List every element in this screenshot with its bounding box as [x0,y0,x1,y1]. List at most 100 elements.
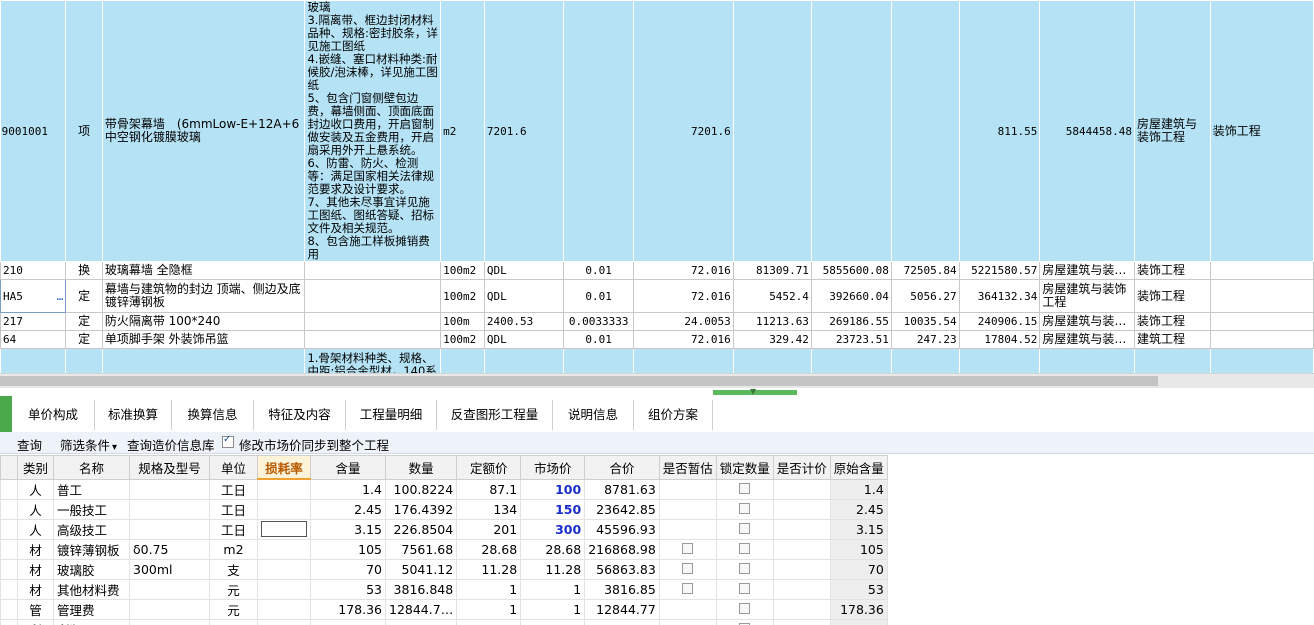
resource-spec[interactable]: δ0.75 [129,538,210,560]
resource-market-price[interactable]: 11.28 [520,558,586,580]
resource-content[interactable]: 3.15 [310,518,386,540]
resource-market-price[interactable]: 28.68 [520,538,586,560]
resource-base-price[interactable]: 11.28 [456,558,522,580]
checkbox[interactable] [739,562,751,574]
resource-content[interactable]: 53 [310,578,386,600]
resource-loss-rate[interactable] [257,578,311,600]
resource-total[interactable]: 45596.93 [584,518,660,540]
resource-total[interactable]: 12844.77 [584,598,660,620]
resource-unit[interactable]: 支 [209,558,258,580]
resource-spec[interactable]: 300ml [129,558,210,580]
filter-dropdown[interactable]: 筛选条件 ▾ [60,435,117,454]
sub-item-row[interactable]: 210 换 玻璃幕墙 全隐框 100m2 QDL 0.01 72.016 813… [0,261,1314,280]
resource-market-price[interactable]: 150 [520,498,586,520]
is-provisional-cell[interactable] [658,618,717,625]
is-priced-cell[interactable] [772,578,831,600]
resource-row[interactable]: 人一般技工 工日 2.45 176.4392 134 150 23642.85 2.45 [0,498,888,520]
resource-row[interactable]: 材镀锌薄钢板 δ0.75 m2 105 7561.68 28.68 28.68 216868.… [0,538,888,560]
resource-category[interactable]: 材 [17,538,54,560]
resource-original-content[interactable]: 123.03 [829,618,888,625]
sub-item-row[interactable]: HA5 … 定 幕墙与建筑物的封边 顶端、侧边及底 镀锌薄钢板 100m2 QDL… [0,279,1314,313]
is-provisional-cell[interactable] [658,598,717,620]
sub-item-code-cell[interactable]: HA5… [0,279,67,313]
resource-loss-rate[interactable] [257,478,311,500]
loss-rate-editor[interactable] [261,521,307,538]
lock-quantity-cell[interactable] [715,538,774,560]
resource-original-content[interactable]: 105 [829,538,888,560]
resource-quantity[interactable]: 7561.68 [384,538,458,560]
col-header[interactable]: 锁定数量 [715,455,774,480]
resource-unit[interactable]: 工日 [209,518,258,540]
lock-quantity-cell[interactable] [715,598,774,620]
more-button[interactable]: … [57,290,64,303]
resource-name[interactable]: 镀锌薄钢板 [53,538,130,560]
col-header[interactable]: 是否暂估 [658,455,717,480]
lock-quantity-cell[interactable] [715,558,774,580]
resource-content[interactable]: 2.45 [310,498,386,520]
resource-category[interactable]: 材 [17,558,54,580]
resource-quantity[interactable]: 5041.12 [384,558,458,580]
resource-loss-rate[interactable] [257,518,311,540]
resource-spec[interactable] [129,598,210,620]
is-priced-cell[interactable] [772,478,831,500]
resource-category[interactable]: 人 [17,498,54,520]
resource-content[interactable]: 1.4 [310,478,386,500]
resource-original-content[interactable]: 53 [829,578,888,600]
resource-base-price[interactable]: 1 [456,598,522,620]
resource-total[interactable]: 56863.83 [584,558,660,580]
resource-content[interactable]: 123.03 [310,618,386,625]
col-header[interactable]: 合价 [584,455,660,480]
resource-original-content[interactable]: 1.4 [829,478,888,500]
price-library-button[interactable]: 查询造价信息库 [127,435,215,454]
lock-quantity-cell[interactable] [715,578,774,600]
sub-item-row[interactable]: 64 定 单项脚手架 外装饰吊篮 100m2 QDL 0.01 72.016 3… [0,330,1314,349]
next-item-row[interactable]: 1.骨架材料种类、规格、中距:铝合金型材，140系列隐框 [0,347,1314,373]
panel-splitter[interactable]: ▼ [0,388,1314,396]
tab-pricing-scheme[interactable]: 组价方案 [634,400,713,430]
resource-row[interactable]: 管管理费元 178.36 12844.7… 1 1 12844.77 178.36 [0,598,888,620]
resource-name[interactable]: 普工 [53,478,130,500]
resource-content[interactable]: 178.36 [310,598,386,620]
resource-name[interactable]: 玻璃胶 [53,558,130,580]
resource-total[interactable]: 8781.63 [584,478,660,500]
resource-category[interactable]: 材 [17,578,54,600]
resource-unit[interactable]: 工日 [209,478,258,500]
resource-market-price[interactable]: 1 [520,618,586,625]
resource-market-price[interactable]: 1 [520,598,586,620]
tab-quantity-details[interactable]: 工程量明细 [346,400,437,430]
resource-unit[interactable]: 元 [209,578,258,600]
checkbox[interactable] [739,602,751,614]
is-provisional-cell[interactable] [658,518,717,540]
is-priced-cell[interactable] [772,598,831,620]
col-header-loss-rate[interactable]: 损耗率 [257,455,311,480]
resource-base-price[interactable]: 1 [456,618,522,625]
scrollbar-thumb[interactable] [0,376,1158,386]
is-provisional-cell[interactable] [658,478,717,500]
is-provisional-cell[interactable] [658,558,717,580]
is-provisional-cell[interactable] [658,538,717,560]
col-header[interactable]: 单位 [209,455,258,480]
main-item-row[interactable]: 09001001 项 带骨架幕墙 (6mmLow-E+12A+6中空钢化镀膜玻璃… [0,0,1314,262]
resource-total[interactable]: 216868.98 [584,538,660,560]
checkbox[interactable] [739,542,751,554]
query-button[interactable]: 查询 [17,435,42,454]
tab-standard-conversion[interactable]: 标准换算 [95,400,172,430]
resource-row[interactable]: 材玻璃胶 300ml 支 70 5041.12 11.28 11.28 56863.83 70 [0,558,888,580]
resource-row[interactable]: 利利润元123.038860.12…118860.13123.03 [0,618,888,625]
is-provisional-cell[interactable] [658,498,717,520]
resource-unit[interactable]: 工日 [209,498,258,520]
resource-original-content[interactable]: 2.45 [829,498,888,520]
resource-category[interactable]: 利 [17,618,54,625]
tab-features-content[interactable]: 特征及内容 [254,400,346,430]
resource-base-price[interactable]: 87.1 [456,478,522,500]
resource-base-price[interactable]: 1 [456,578,522,600]
is-provisional-cell[interactable] [658,578,717,600]
resource-loss-rate[interactable] [257,618,311,625]
resource-market-price[interactable]: 100 [520,478,586,500]
resource-base-price[interactable]: 134 [456,498,522,520]
resource-unit[interactable]: 元 [209,598,258,620]
resource-spec[interactable] [129,478,210,500]
col-header[interactable]: 数量 [384,455,458,480]
resource-market-price[interactable]: 1 [520,578,586,600]
resource-loss-rate[interactable] [257,598,311,620]
